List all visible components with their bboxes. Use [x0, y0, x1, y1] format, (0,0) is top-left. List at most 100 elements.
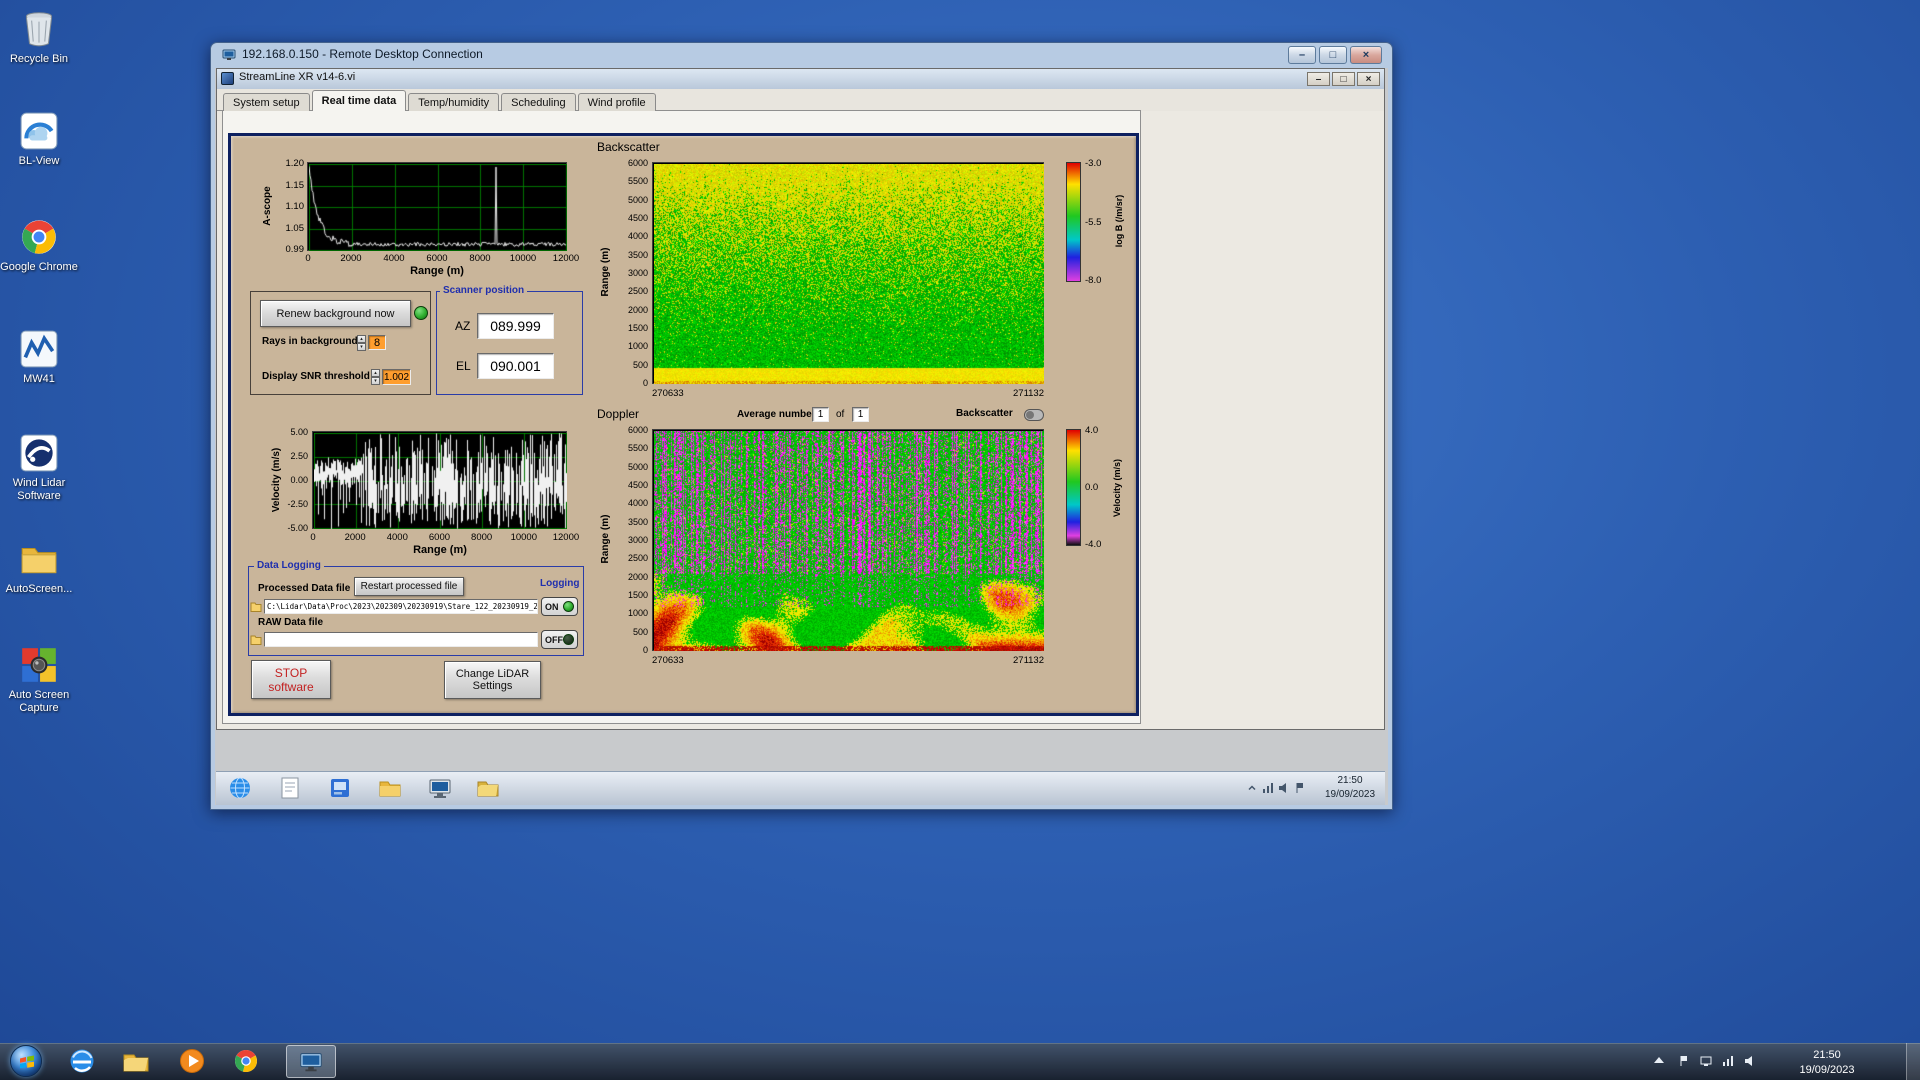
backscatter-toggle[interactable]	[1024, 409, 1044, 421]
tab-temp-humidity[interactable]: Temp/humidity	[408, 93, 499, 111]
desktop-icon-bl-view[interactable]: BL-View	[0, 110, 78, 168]
taskbar-explorer-icon[interactable]	[122, 1047, 150, 1075]
snr-spinner[interactable]	[371, 369, 380, 384]
app-restore-button[interactable]	[1332, 72, 1355, 86]
tab-system-setup[interactable]: System setup	[223, 93, 310, 111]
tick-label: 1500	[628, 323, 648, 333]
velocity-x-ticks: 0 2000 4000 6000 8000 10000 12000	[299, 532, 580, 543]
desktop-icon-auto-screen-capture[interactable]: Auto Screen Capture	[0, 644, 78, 715]
spin-up-icon[interactable]	[371, 369, 380, 377]
spin-down-icon[interactable]	[357, 343, 366, 351]
remote-taskbar-icon-app[interactable]	[328, 776, 352, 800]
remote-tray-volume-icon[interactable]	[1278, 781, 1290, 793]
remote-taskbar-icon-explorer[interactable]	[476, 776, 500, 800]
remote-taskbar-icon-monitor[interactable]	[428, 776, 452, 800]
spin-up-icon[interactable]	[357, 335, 366, 343]
app-window-title: StreamLine XR v14-6.vi	[239, 71, 355, 83]
taskbar-media-player-icon[interactable]	[178, 1047, 206, 1075]
el-value-field[interactable]: 090.001	[477, 353, 554, 379]
tray-network-icon[interactable]	[1722, 1054, 1734, 1066]
rays-spinner[interactable]	[357, 335, 366, 350]
remote-taskbar-icon-folder[interactable]	[378, 776, 402, 800]
desktop-icon-mw41[interactable]: MW41	[0, 328, 78, 386]
remote-tray-network-icon[interactable]	[1262, 781, 1274, 793]
desktop-icon-wind-lidar-software[interactable]: Wind Lidar Software	[0, 432, 78, 503]
tab-wind-profile[interactable]: Wind profile	[578, 93, 656, 111]
spin-down-icon[interactable]	[371, 377, 380, 385]
remote-clock[interactable]: 21:50 19/09/2023	[1318, 774, 1382, 801]
change-lidar-settings-button[interactable]: Change LiDAR Settings	[444, 661, 541, 699]
desktop-icon-label: AutoScreen...	[0, 583, 78, 596]
tray-volume-icon[interactable]	[1744, 1054, 1756, 1066]
tick-label: 5.00	[290, 427, 308, 437]
host-clock[interactable]: 21:50 19/09/2023	[1784, 1048, 1870, 1078]
rdp-close-button[interactable]	[1350, 46, 1382, 64]
raw-path-browse-icon[interactable]	[250, 633, 262, 646]
restart-processed-file-button[interactable]: Restart processed file	[354, 577, 464, 596]
remote-tray-chevron-icon[interactable]	[1246, 781, 1258, 793]
processed-path-browse-icon[interactable]	[250, 600, 262, 613]
remote-taskbar-icon-browser[interactable]	[228, 776, 252, 800]
tick-label: 6000	[425, 532, 453, 543]
app-close-button[interactable]	[1357, 72, 1380, 86]
velocity-x-axis-label: Range (m)	[380, 544, 500, 556]
desktop-icon-google-chrome[interactable]: Google Chrome	[0, 216, 78, 274]
remote-taskbar-icon-notepad[interactable]	[278, 776, 302, 800]
rdp-maximize-button[interactable]	[1319, 46, 1347, 64]
rdp-app-icon	[298, 1049, 324, 1075]
app-minimize-button[interactable]	[1307, 72, 1330, 86]
tick-label: 2.50	[290, 451, 308, 461]
az-value-field[interactable]: 089.999	[477, 313, 554, 339]
tick-label: 3500	[628, 517, 648, 527]
wind-lidar-icon	[18, 432, 60, 474]
doppler-colorbar-label: Velocity (m/s)	[1111, 438, 1123, 538]
average-number-field[interactable]: 1	[812, 407, 829, 422]
average-of-field[interactable]: 1	[852, 407, 869, 422]
scanner-position-title: Scanner position	[440, 285, 527, 296]
az-label: AZ	[455, 319, 470, 333]
backscatter-colorbar-label: log B (/m/sr)	[1113, 171, 1125, 271]
stop-software-button[interactable]: STOP software	[251, 660, 331, 699]
rdp-minimize-button[interactable]	[1288, 46, 1316, 64]
tab-real-time-data[interactable]: Real time data	[312, 90, 407, 111]
desktop-icon-label: Wind Lidar Software	[0, 477, 78, 503]
remote-tray-flag-icon[interactable]	[1294, 781, 1306, 793]
processed-logging-toggle[interactable]: ON	[541, 597, 578, 616]
tick-label: 1500	[628, 590, 648, 600]
chrome-icon	[18, 216, 60, 258]
tab-scheduling[interactable]: Scheduling	[501, 93, 575, 111]
snr-value-field[interactable]: 1.002	[382, 369, 411, 385]
rays-value-field[interactable]: 8	[368, 335, 386, 350]
tick-label: 0	[643, 378, 648, 388]
processed-path-field[interactable]: C:\Lidar\Data\Proc\2023\202309\20230919\…	[264, 599, 538, 614]
velocity-plot-frame	[312, 431, 567, 529]
tick-label: 6000	[628, 425, 648, 435]
show-desktop-button[interactable]	[1906, 1043, 1920, 1080]
tray-flag-icon[interactable]	[1678, 1054, 1690, 1066]
desktop-icon-label: Google Chrome	[0, 261, 78, 274]
tray-chevron-icon[interactable]	[1654, 1057, 1664, 1063]
desktop-icon-recycle-bin[interactable]: Recycle Bin	[0, 8, 78, 66]
tick-label: 270633	[652, 388, 684, 399]
raw-logging-toggle[interactable]: OFF	[541, 630, 578, 649]
velocity-y-axis-label: Velocity (m/s)	[271, 430, 283, 530]
folder-icon	[18, 538, 60, 580]
taskbar-chrome-icon[interactable]	[232, 1047, 260, 1075]
tick-label: -2.50	[287, 499, 308, 509]
renew-background-button[interactable]: Renew background now	[260, 300, 411, 327]
tick-label: 270633	[652, 655, 684, 666]
raw-path-field[interactable]	[264, 632, 538, 647]
taskbar-rdp-active-button[interactable]	[286, 1045, 336, 1078]
remote-clock-date: 19/09/2023	[1318, 788, 1382, 802]
doppler-heatmap	[654, 431, 1044, 651]
tick-label: 2000	[628, 305, 648, 315]
a-scope-y-axis-label: A-scope	[262, 156, 274, 256]
screen-capture-icon	[18, 644, 60, 686]
taskbar-ie-icon[interactable]	[68, 1047, 96, 1075]
tick-label: 10000	[510, 532, 538, 543]
start-button[interactable]	[10, 1045, 42, 1077]
desktop-icon-autoscreen[interactable]: AutoScreen...	[0, 538, 78, 596]
tray-monitor-icon[interactable]	[1700, 1054, 1712, 1066]
tick-label: 4000	[628, 231, 648, 241]
tab-bar: System setup Real time data Temp/humidit…	[223, 89, 656, 111]
